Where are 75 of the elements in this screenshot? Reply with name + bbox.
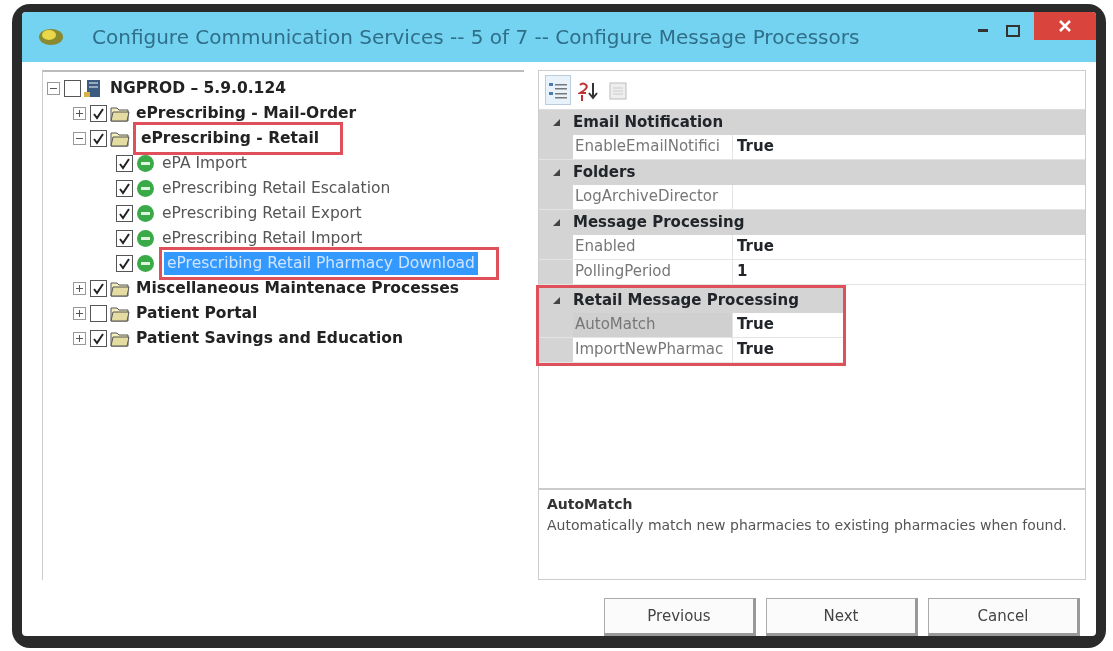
close-icon — [1059, 20, 1071, 32]
tree-item[interactable]: ePA Import — [159, 151, 250, 176]
dialog-button[interactable]: Cancel — [928, 598, 1080, 636]
tree-item[interactable]: Patient Portal — [133, 301, 261, 326]
tree-item[interactable]: Patient Savings and Education — [133, 326, 407, 351]
minus-circle-icon — [136, 154, 156, 173]
description-title: AutoMatch — [547, 495, 634, 514]
checkbox[interactable] — [90, 105, 107, 122]
maximize-icon — [1006, 24, 1020, 37]
categorized-icon — [548, 80, 568, 101]
tree-item[interactable]: ePrescribing - Retail — [138, 126, 323, 151]
property-name[interactable]: ImportNewPharmac — [573, 338, 733, 362]
checkbox[interactable] — [116, 255, 133, 272]
check-icon — [92, 107, 105, 120]
sort-icon — [578, 80, 598, 101]
property-value[interactable]: True — [733, 313, 774, 337]
check-icon — [118, 157, 131, 170]
collapse-icon[interactable] — [73, 131, 87, 146]
collapse-icon — [551, 168, 561, 177]
folder-icon — [110, 129, 130, 148]
property-name[interactable]: LogArchiveDirector — [573, 185, 733, 209]
app-icon — [38, 27, 64, 47]
tree-item[interactable]: ePrescribing Retail Import — [159, 226, 366, 251]
check-icon — [118, 207, 131, 220]
tree-item[interactable]: NGPROD – 5.9.0.124 — [107, 76, 289, 101]
checkbox[interactable] — [116, 155, 133, 172]
checkbox[interactable] — [90, 280, 107, 297]
checkbox[interactable] — [90, 305, 107, 322]
tree-item[interactable]: ePrescribing Retail Export — [159, 201, 365, 226]
check-icon — [118, 257, 131, 270]
close-button[interactable] — [1034, 12, 1096, 40]
property-value[interactable]: True — [733, 135, 774, 159]
property-name[interactable]: EnableEmailNotifici — [573, 135, 733, 159]
minus-circle-icon — [136, 204, 156, 223]
folder-icon — [110, 329, 130, 348]
checkbox[interactable] — [116, 205, 133, 222]
check-icon — [118, 182, 131, 195]
property-name[interactable]: Enabled — [573, 235, 733, 259]
expand-icon[interactable] — [73, 306, 87, 321]
minus-circle-icon — [136, 179, 156, 198]
checkbox[interactable] — [90, 330, 107, 347]
checkbox[interactable] — [116, 180, 133, 197]
category-label[interactable]: Folders — [573, 161, 636, 184]
collapse-icon — [551, 296, 561, 305]
collapse-icon — [551, 218, 561, 227]
expand-icon[interactable] — [73, 281, 87, 296]
check-icon — [92, 282, 105, 295]
tree-item[interactable]: ePrescribing Retail Escalation — [159, 176, 394, 201]
property-pages-icon — [608, 80, 628, 101]
minus-circle-icon — [136, 229, 156, 248]
collapse-icon — [551, 118, 561, 127]
check-icon — [92, 332, 105, 345]
minus-circle-icon — [136, 254, 156, 273]
dialog-button[interactable]: Next — [766, 598, 918, 636]
check-icon — [92, 132, 105, 145]
checkbox[interactable] — [90, 130, 107, 147]
checkbox[interactable] — [116, 230, 133, 247]
minimize-icon — [978, 29, 988, 32]
property-value[interactable]: True — [733, 338, 774, 362]
check-icon — [118, 232, 131, 245]
description-text: Automatically match new pharmacies to existing pharmacies when found. — [547, 516, 1068, 535]
tree-item[interactable]: ePrescribing - Mail-Order — [133, 101, 360, 126]
expand-icon[interactable] — [73, 331, 87, 346]
property-value[interactable]: True — [733, 235, 774, 259]
folder-icon — [110, 304, 130, 323]
property-name[interactable]: PollingPeriod — [573, 260, 733, 284]
dialog-button[interactable]: Previous — [604, 598, 756, 636]
expand-icon[interactable] — [73, 106, 87, 121]
property-value[interactable]: 1 — [733, 260, 748, 284]
window-title: Configure Communication Services -- 5 of 7 -- Configure Message Processors — [92, 24, 860, 51]
collapse-icon[interactable] — [47, 81, 61, 96]
tree-item[interactable]: Miscellaneous Maintenace Processes — [133, 276, 462, 301]
checkbox[interactable] — [64, 80, 81, 97]
folder-icon — [110, 104, 130, 123]
folder-icon — [110, 279, 130, 298]
